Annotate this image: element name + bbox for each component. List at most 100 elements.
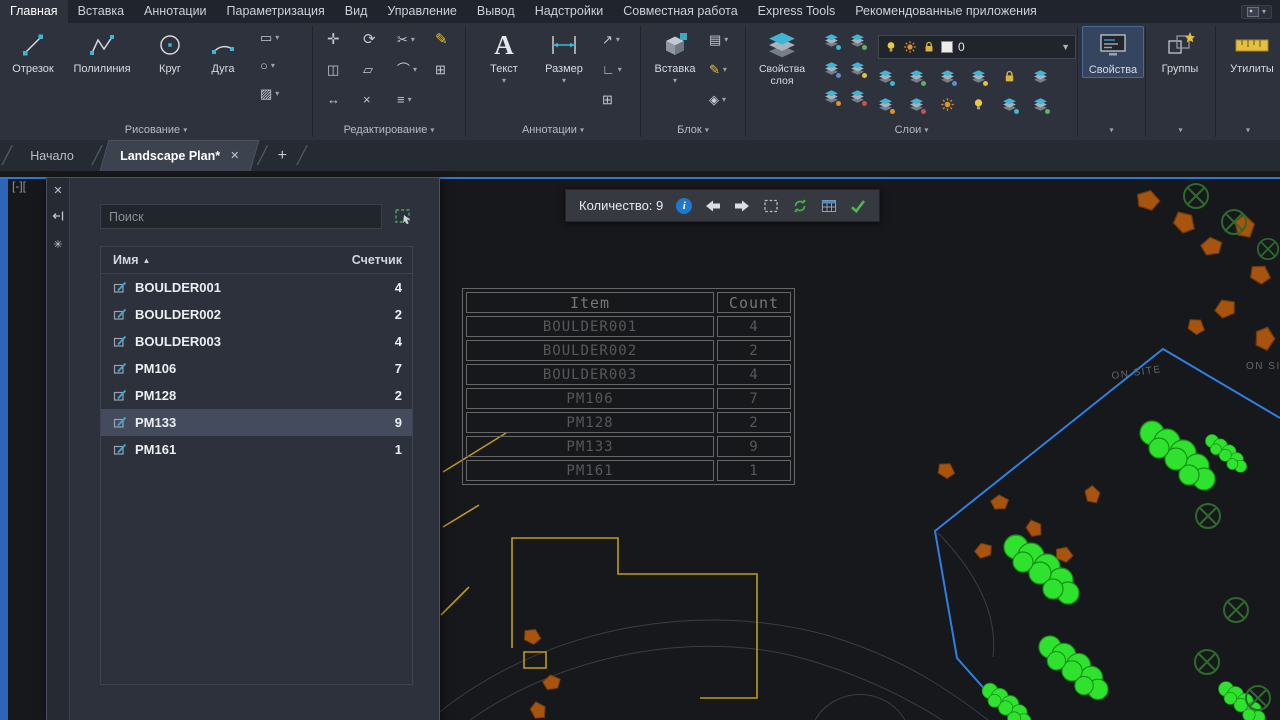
site-boundary-polyline[interactable]	[933, 347, 1280, 720]
layer-tool-6-icon[interactable]	[1033, 69, 1049, 85]
ribbon-tab-collaborate[interactable]: Совместная работа	[613, 0, 747, 23]
ribbon-tab-output[interactable]: Вывод	[467, 0, 525, 23]
count-row-pm106[interactable]: PM106 7	[101, 355, 412, 382]
drawing-canvas[interactable]: ON SITE ON SITE [-][ Item Count BOULDER0…	[0, 171, 1280, 720]
ribbon-tab-express-tools[interactable]: Express Tools	[748, 0, 846, 23]
palette-autohide-icon[interactable]	[52, 210, 64, 225]
panel-label-annotation[interactable]: Аннотации ▾	[466, 124, 640, 138]
count-row-pm133[interactable]: PM133 9	[101, 409, 412, 436]
layer-freeze-icon[interactable]	[824, 61, 841, 78]
layer-tool-3-icon[interactable]	[940, 69, 957, 86]
layer-tool-2-icon[interactable]	[909, 69, 926, 86]
panel-label-layers[interactable]: Слои ▾	[746, 124, 1077, 138]
ellipse-tool-icon[interactable]: ○ ▾	[260, 59, 275, 73]
ribbon-tab-home[interactable]: Главная	[0, 0, 68, 23]
block-editor-icon[interactable]: ◈ ▾	[709, 93, 726, 107]
explode-tool-icon[interactable]: ≡ ▾	[397, 93, 412, 107]
palette-search-input[interactable]	[100, 204, 382, 229]
count-list-header[interactable]: Имя ▲ Счетчик	[101, 247, 412, 274]
text-button[interactable]: A Текст ▾	[480, 27, 528, 87]
ribbon-tab-view[interactable]: Вид	[335, 0, 378, 23]
column-name[interactable]: Имя	[113, 253, 139, 267]
next-instance-button[interactable]	[734, 199, 750, 213]
ribbon-options-button[interactable]: ▾	[1240, 4, 1272, 19]
cad-count-table[interactable]: Item Count BOULDER001 4 BOULDER002 2 BOULD…	[462, 288, 795, 485]
properties-button[interactable]: Свойства	[1082, 26, 1144, 78]
insert-block-button[interactable]: Вставка ▾	[649, 27, 701, 87]
polyline-button[interactable]: Полилиния	[62, 27, 142, 75]
table-tool-icon[interactable]: ⊞	[602, 93, 613, 107]
layer-tool-10-icon[interactable]	[971, 97, 987, 113]
info-icon[interactable]: i	[676, 197, 693, 214]
ribbon-tab-parametric[interactable]: Параметризация	[217, 0, 335, 23]
layer-tool-9-icon[interactable]	[940, 97, 956, 113]
layer-tool-7-icon[interactable]	[878, 97, 895, 114]
mirror-tool-icon[interactable]: ▱	[363, 63, 373, 77]
layer-unisolate-icon[interactable]	[850, 33, 867, 50]
count-row-boulder002[interactable]: BOULDER002 2	[101, 301, 412, 328]
previous-instance-button[interactable]	[705, 199, 721, 213]
ribbon-tab-annotate[interactable]: Аннотации	[134, 0, 216, 23]
panel-caret-properties[interactable]: ▾	[1078, 124, 1145, 138]
layer-tool-8-icon[interactable]	[909, 97, 926, 114]
erase-sketch-icon[interactable]: ✎	[435, 32, 448, 47]
copy-tool-icon[interactable]: ◫	[327, 63, 339, 77]
layer-tool-1-icon[interactable]	[878, 69, 895, 86]
rectangle-tool-icon[interactable]: ▭ ▾	[260, 31, 279, 45]
new-tab-button[interactable]: +	[270, 147, 295, 165]
contour-lines[interactable]	[429, 532, 995, 720]
count-row-boulder003[interactable]: BOULDER003 4	[101, 328, 412, 355]
panel-caret-groups[interactable]: ▾	[1146, 124, 1215, 138]
edit-attribute-icon[interactable]: ✎ ▾	[709, 63, 727, 77]
count-row-boulder001[interactable]: BOULDER001 4	[101, 274, 412, 301]
ribbon-tab-manage[interactable]: Управление	[377, 0, 467, 23]
column-count[interactable]: Счетчик	[352, 253, 402, 267]
close-tab-icon[interactable]: ✕	[230, 149, 239, 162]
layer-tool-4-icon[interactable]	[971, 69, 988, 86]
move-tool-icon[interactable]: ✛	[327, 32, 340, 47]
panel-label-modify[interactable]: Редактирование ▾	[313, 124, 465, 138]
panel-label-draw[interactable]: Рисование ▾	[0, 124, 312, 138]
hatch-tool-icon[interactable]: ▨ ▾	[260, 87, 279, 101]
count-row-pm161[interactable]: PM161 1	[101, 436, 412, 463]
recount-button[interactable]	[792, 198, 808, 214]
dimension-style-icon[interactable]: ∟ ▾	[602, 63, 622, 77]
erase-tool-icon[interactable]: ×	[363, 93, 371, 107]
dimension-button[interactable]: Размер ▾	[536, 27, 592, 87]
ribbon-tab-addins[interactable]: Надстройки	[525, 0, 614, 23]
create-selection-button[interactable]	[763, 198, 779, 214]
ribbon-tab-featured-apps[interactable]: Рекомендованные приложения	[845, 0, 1047, 23]
array-tool-icon[interactable]: ⊞	[435, 63, 446, 77]
layer-properties-button[interactable]: Свойства слоя	[750, 27, 814, 87]
layer-isolate-icon[interactable]	[824, 33, 841, 50]
utilities-button[interactable]: Утилиты	[1224, 27, 1280, 75]
rotate-tool-icon[interactable]: ⟳	[363, 32, 376, 47]
layer-select-combo[interactable]: 0 ▼	[878, 35, 1076, 59]
line-button[interactable]: Отрезок	[6, 27, 60, 75]
leader-tool-icon[interactable]: ↗ ▾	[602, 33, 620, 47]
panel-caret-utilities[interactable]: ▾	[1216, 124, 1280, 138]
stretch-tool-icon[interactable]: ↔	[327, 93, 340, 107]
groups-button[interactable]: Группы	[1151, 27, 1209, 75]
select-objects-icon[interactable]	[394, 207, 413, 226]
circle-button[interactable]: Круг	[144, 27, 196, 75]
trim-tool-icon[interactable]: ✂ ▾	[397, 33, 415, 47]
layer-lock-icon[interactable]	[850, 61, 867, 78]
palette-titlebar[interactable]: ✕ ✳	[47, 178, 70, 720]
finish-count-button[interactable]	[850, 199, 866, 213]
palette-close-icon[interactable]: ✕	[53, 184, 62, 197]
file-tab-landscape-plan[interactable]: Landscape Plan* ✕	[104, 140, 255, 171]
layer-tool-12-icon[interactable]	[1033, 97, 1050, 114]
shrub-clusters[interactable]	[981, 420, 1266, 720]
layer-match-icon[interactable]	[850, 89, 867, 106]
palette-settings-icon[interactable]: ✳	[53, 238, 62, 251]
file-tab-start[interactable]: Начало	[14, 140, 90, 171]
layer-tool-11-icon[interactable]	[1002, 97, 1019, 114]
fillet-tool-icon[interactable]: ⌒ ▾	[397, 63, 417, 77]
viewport-controls[interactable]: [-][	[12, 179, 26, 193]
count-row-pm128[interactable]: PM128 2	[101, 382, 412, 409]
layer-tool-5-icon[interactable]	[1002, 69, 1018, 85]
panel-label-block[interactable]: Блок ▾	[641, 124, 745, 138]
arc-button[interactable]: Дуга	[198, 27, 248, 75]
create-block-icon[interactable]: ▤ ▾	[709, 33, 728, 47]
